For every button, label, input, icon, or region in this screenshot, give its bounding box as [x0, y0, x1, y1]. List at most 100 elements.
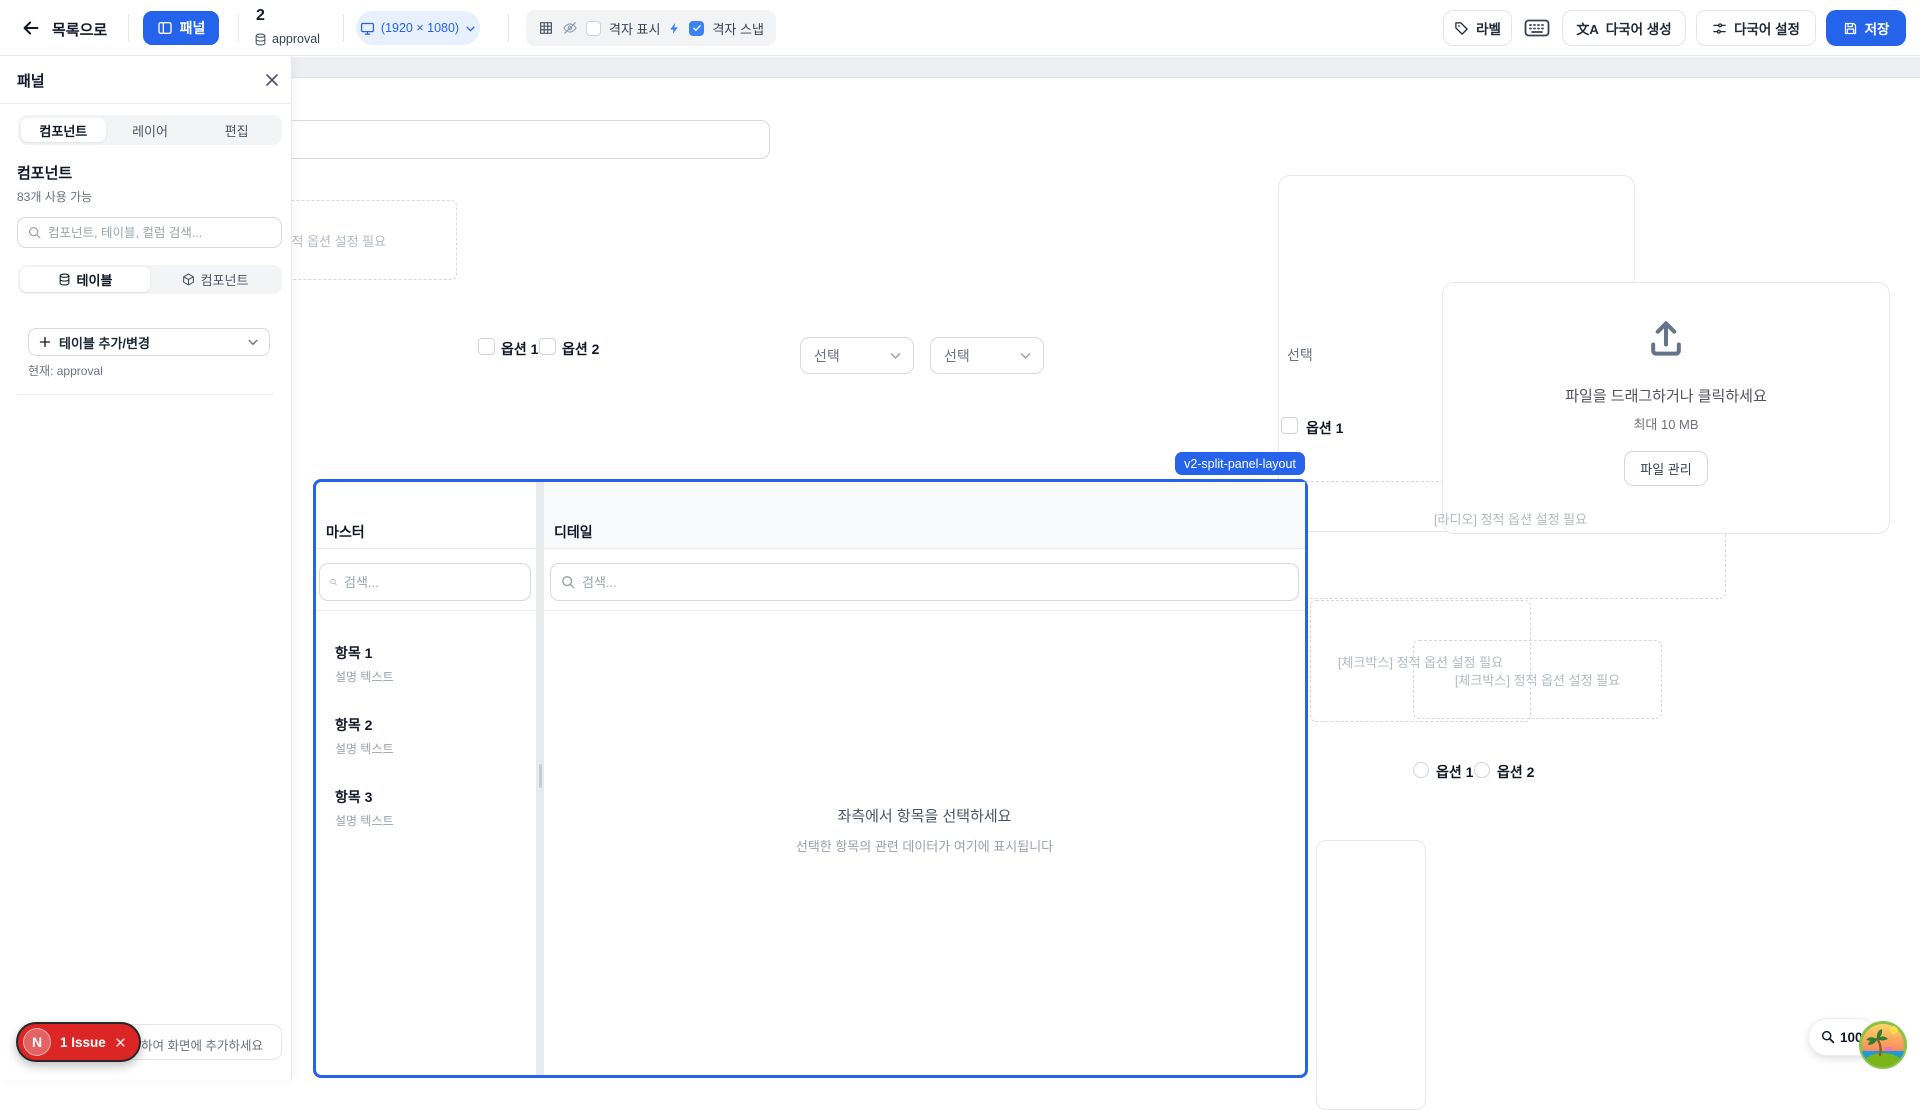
select-value: 선택 — [944, 346, 970, 366]
i18n-settings-button[interactable]: 다국어 설정 — [1696, 10, 1816, 46]
grid-snap-label: 격자 스냅 — [712, 19, 763, 38]
issue-reporter-badge[interactable]: N 1 Issue — [16, 1022, 141, 1062]
sidebar-tabbar: 컴포넌트 레이어 편집 — [18, 115, 282, 145]
list-item[interactable]: 항목 1 설명 텍스트 — [335, 643, 394, 685]
upload-size-limit: 최대 10 MB — [1633, 414, 1698, 433]
split-panel-detail: 디테일 좌측에서 항목을 선택하세요 선택한 항목의 관련 데이터가 여기에 표… — [544, 482, 1305, 1075]
detail-header: 디테일 — [544, 482, 1305, 549]
upload-icon — [1644, 317, 1688, 361]
panel-toggle-button[interactable]: 패널 — [143, 11, 219, 45]
master-search-input[interactable] — [344, 575, 520, 590]
plus-icon — [39, 336, 51, 348]
panel-sidebar: 패널 컴포넌트 레이어 편집 컴포넌트 83개 사용 가능 테이블 컴포넌트 테… — [0, 56, 292, 1080]
component-card-bottom[interactable] — [1316, 840, 1426, 1110]
issue-count-label: 1 Issue — [60, 1035, 106, 1050]
current-table-indicator: approval — [254, 32, 320, 46]
eye-off-icon — [562, 20, 578, 36]
placeholder-text: [체크박스] 정적 옵션 설정 필요 — [1455, 670, 1620, 689]
add-table-dropdown[interactable]: 테이블 추가/변경 — [28, 328, 270, 356]
detail-search-input[interactable] — [582, 575, 1288, 590]
magnifier-icon — [1821, 1030, 1835, 1044]
splitter-handle[interactable] — [536, 482, 544, 1075]
i18n-generate-button[interactable]: 文A 다국어 생성 — [1562, 10, 1686, 46]
database-icon — [254, 33, 267, 46]
radio-placeholder-text: [라디오] 정적 옵션 설정 필요 — [1295, 509, 1726, 528]
viewport-size-selector[interactable]: (1920 × 1080) — [356, 11, 480, 45]
save-button[interactable]: 저장 — [1826, 10, 1906, 46]
select-dropdown-1[interactable]: 선택 — [800, 337, 914, 374]
arrow-left-icon — [20, 17, 42, 39]
file-manage-button[interactable]: 파일 관리 — [1624, 451, 1707, 486]
checkbox-placeholder-box-2[interactable]: [체크박스] 정적 옵션 설정 필요 — [1413, 640, 1662, 719]
lightning-icon — [668, 22, 681, 35]
search-icon — [28, 226, 41, 239]
panel-title: 패널 — [17, 70, 45, 91]
chevron-down-icon — [889, 349, 902, 362]
table-name: approval — [272, 32, 320, 46]
checkbox-option-2-label: 옵션 2 — [562, 339, 599, 359]
sliders-icon — [1712, 21, 1727, 36]
select-value: 선택 — [814, 346, 840, 366]
checkbox-option-1-label: 옵션 1 — [501, 339, 538, 359]
chevron-down-icon — [1019, 349, 1032, 362]
list-item[interactable]: 항목 2 설명 텍스트 — [335, 715, 394, 757]
file-upload-card[interactable]: 파일을 드래그하거나 클릭하세요 최대 10 MB 파일 관리 — [1442, 282, 1890, 534]
chevron-down-icon — [247, 336, 259, 348]
grid-icon — [538, 20, 554, 36]
tab-edit[interactable]: 편집 — [194, 118, 279, 142]
panel-left-icon — [157, 20, 173, 36]
checkbox-option-2[interactable] — [539, 338, 556, 355]
label-button[interactable]: 라벨 — [1443, 10, 1512, 46]
package-icon — [182, 273, 195, 286]
radio-option-1-label: 옵션 1 — [1436, 762, 1473, 782]
split-panel-component[interactable]: 마스터 항목 1 설명 텍스트 항목 2 설명 텍스트 항목 3 설명 텍스트 … — [313, 479, 1308, 1078]
radio-option-2[interactable] — [1474, 762, 1490, 778]
keyboard-icon — [1524, 17, 1550, 39]
empty-state-title: 좌측에서 항목을 선택하세요 — [838, 805, 1012, 826]
current-table-text: 현재: approval — [28, 362, 103, 379]
island-widget-icon[interactable] — [1859, 1021, 1907, 1069]
empty-state-desc: 선택한 항목의 관련 데이터가 여기에 표시됩니다 — [796, 836, 1053, 855]
grid-show-checkbox[interactable] — [586, 21, 601, 36]
toggle-component[interactable]: 컴포넌트 — [150, 267, 280, 292]
detail-title: 디테일 — [554, 522, 593, 542]
source-toggle: 테이블 컴포넌트 — [18, 265, 282, 294]
search-icon — [330, 575, 337, 589]
split-panel-master: 마스터 항목 1 설명 텍스트 항목 2 설명 텍스트 항목 3 설명 텍스트 — [316, 482, 536, 1075]
select-dropdown-2[interactable]: 선택 — [930, 337, 1044, 374]
tab-layers[interactable]: 레이어 — [108, 118, 193, 142]
grid-settings-group: 격자 표시 격자 스냅 — [526, 10, 776, 46]
card-select-label: 선택 — [1287, 345, 1313, 365]
master-title: 마스터 — [326, 522, 365, 542]
text-input[interactable] — [280, 120, 770, 159]
radio-option-2-label: 옵션 2 — [1497, 762, 1534, 782]
keyboard-shortcuts-button[interactable] — [1524, 17, 1550, 39]
splitter-grip — [539, 764, 542, 788]
grid-snap-checkbox[interactable] — [689, 21, 704, 36]
master-search-section — [316, 549, 536, 611]
back-label[interactable]: 목록으로 — [52, 19, 107, 40]
close-icon[interactable] — [115, 1037, 126, 1048]
tab-components[interactable]: 컴포넌트 — [21, 118, 106, 142]
components-section-title: 컴포넌트 — [17, 162, 72, 183]
translate-icon: 文A — [1576, 19, 1598, 38]
list-item[interactable]: 항목 3 설명 텍스트 — [335, 787, 394, 829]
back-button[interactable] — [20, 17, 42, 39]
monitor-icon — [360, 21, 375, 36]
database-icon — [58, 273, 71, 286]
drag-hint-text: 하여 화면에 추가하세요 — [141, 1035, 263, 1054]
radio-option-1[interactable] — [1413, 762, 1429, 778]
component-search-input[interactable] — [48, 226, 271, 240]
toggle-table[interactable]: 테이블 — [20, 267, 150, 292]
close-icon[interactable] — [264, 72, 280, 88]
tag-icon — [1454, 21, 1469, 36]
page-number: 2 — [256, 7, 265, 25]
viewport-size: (1920 × 1080) — [381, 21, 459, 35]
selected-component-badge: v2-split-panel-layout — [1175, 452, 1305, 475]
top-toolbar: 목록으로 패널 2 approval (1920 × 1080) 격자 표시 격… — [0, 0, 1920, 56]
search-icon — [561, 575, 575, 589]
card-checkbox[interactable] — [1281, 417, 1298, 434]
save-icon — [1843, 21, 1858, 36]
grid-show-label: 격자 표시 — [609, 19, 660, 38]
checkbox-option-1[interactable] — [478, 338, 495, 355]
